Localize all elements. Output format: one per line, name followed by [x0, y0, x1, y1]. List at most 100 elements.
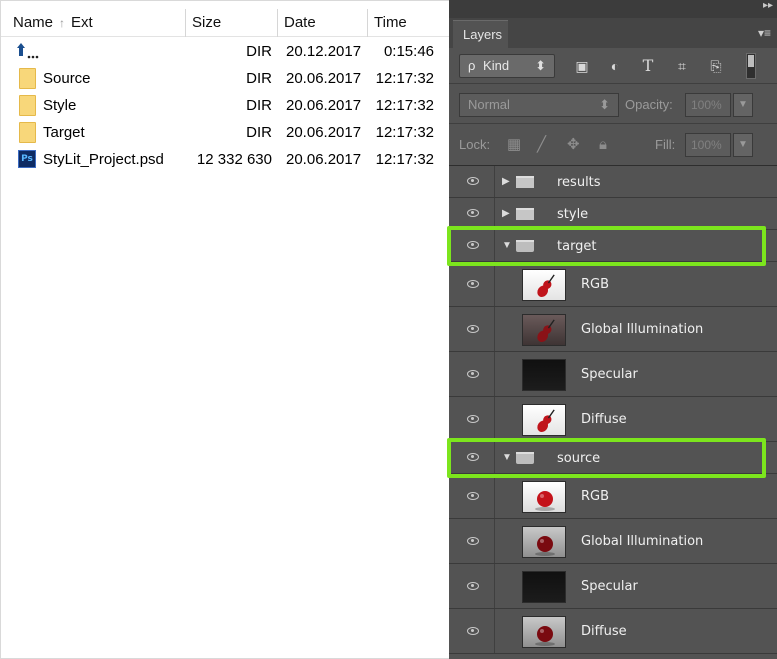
file-name: StyLit_Project.psd	[43, 151, 164, 168]
eye-icon	[467, 280, 479, 288]
eye-icon	[467, 177, 479, 185]
layer-row[interactable]: Specular	[449, 352, 777, 397]
file-size: DIR	[246, 124, 272, 141]
visibility-toggle[interactable]	[449, 564, 495, 608]
layer-group-row[interactable]: ▶ style	[449, 198, 777, 230]
layer-row[interactable]: Specular	[449, 564, 777, 609]
file-name: Target	[43, 124, 85, 141]
lock-image-pixels-icon[interactable]: ╱	[537, 137, 546, 153]
file-time: 12:17:32	[375, 97, 434, 114]
filter-kind-select[interactable]: ρ Kind ⬍	[459, 54, 555, 78]
layer-thumbnail	[522, 616, 566, 648]
file-size: DIR	[246, 70, 272, 87]
file-date: 20.06.2017	[286, 124, 362, 141]
layer-name: Specular	[581, 367, 638, 382]
visibility-toggle[interactable]	[449, 519, 495, 563]
visibility-toggle[interactable]	[449, 397, 495, 441]
file-row[interactable]: Ps StyLit_Project.psd 12 332 630 20.06.2017…	[1, 146, 450, 173]
layer-row[interactable]: Global Illumination	[449, 519, 777, 564]
collapse-panel-icon[interactable]: ▸▸	[763, 0, 773, 12]
blend-mode-select[interactable]: Normal ⬍	[459, 93, 619, 117]
layer-row[interactable]: RGB	[449, 262, 777, 307]
parent-directory-row[interactable]: DIR 20.12.2017 0:15:46	[1, 38, 450, 65]
layer-row[interactable]: Global Illumination	[449, 307, 777, 352]
lock-label: Lock:	[459, 137, 491, 152]
lock-position-icon[interactable]: ✥	[567, 137, 580, 153]
psd-file-icon: Ps	[18, 150, 36, 168]
layer-row[interactable]: Diffuse	[449, 609, 777, 654]
visibility-toggle[interactable]	[449, 609, 495, 653]
updown-chevron-icon: ⬍	[535, 58, 546, 73]
visibility-toggle[interactable]	[449, 198, 495, 229]
layer-thumbnail	[522, 481, 566, 513]
group-folder-icon	[516, 452, 534, 464]
column-ext-label[interactable]: Ext	[71, 14, 93, 31]
eye-icon	[467, 492, 479, 500]
column-time-header[interactable]: Time	[367, 9, 450, 37]
visibility-toggle[interactable]	[449, 442, 495, 473]
layer-name: RGB	[581, 489, 610, 504]
fill-dropdown-button[interactable]: ▼	[733, 133, 753, 157]
file-row[interactable]: Target DIR 20.06.2017 12:17:32	[1, 119, 450, 146]
layer-group-row[interactable]: ▶ results	[449, 166, 777, 198]
visibility-toggle[interactable]	[449, 352, 495, 396]
visibility-toggle[interactable]	[449, 307, 495, 351]
visibility-toggle[interactable]	[449, 230, 495, 261]
shape-layer-filter-icon[interactable]: ⌗	[673, 58, 691, 74]
file-date: 20.06.2017	[286, 151, 362, 168]
file-time: 0:15:46	[383, 43, 434, 60]
group-folder-icon	[516, 240, 534, 252]
fill-input[interactable]: 100%	[685, 133, 731, 157]
file-row[interactable]: Source DIR 20.06.2017 12:17:32	[1, 65, 450, 92]
blend-mode-value: Normal	[468, 97, 510, 112]
layer-name: Global Illumination	[581, 322, 704, 337]
opacity-input[interactable]: 100%	[685, 93, 731, 117]
visibility-toggle[interactable]	[449, 474, 495, 518]
column-size-header[interactable]: Size	[185, 9, 276, 37]
folder-icon	[19, 95, 36, 116]
column-date-header[interactable]: Date	[277, 9, 366, 37]
eye-icon	[467, 209, 479, 217]
expand-triangle-down-icon[interactable]: ▼	[502, 240, 512, 251]
adjustment-layer-filter-icon[interactable]: ◐	[606, 58, 624, 74]
layer-row[interactable]: RGB	[449, 474, 777, 519]
file-size: 12 332 630	[196, 151, 272, 168]
lock-all-icon[interactable]: 🔒︎	[599, 137, 607, 153]
layer-filter-row: ρ Kind ⬍ ▣ ◐ T ⌗ ⎘	[449, 48, 777, 84]
layer-name: target	[557, 239, 597, 254]
visibility-toggle[interactable]	[449, 262, 495, 306]
tab-layers[interactable]: Layers	[453, 20, 508, 48]
file-time: 12:17:32	[375, 70, 434, 87]
chevron-down-icon: ▼	[738, 99, 748, 110]
file-size: DIR	[246, 97, 272, 114]
layer-group-row[interactable]: ▼ source	[449, 442, 777, 474]
eye-icon	[467, 241, 479, 249]
expand-triangle-right-icon[interactable]: ▶	[502, 176, 510, 187]
eye-icon	[467, 537, 479, 545]
file-time: 12:17:32	[375, 151, 434, 168]
file-name: Style	[43, 97, 77, 114]
pixel-layer-filter-icon[interactable]: ▣	[573, 58, 591, 74]
type-layer-filter-icon[interactable]: T	[639, 58, 657, 74]
filter-toggle-switch[interactable]	[746, 53, 756, 79]
layer-name: source	[557, 451, 601, 466]
layer-group-row[interactable]: ▼ target	[449, 230, 777, 262]
eye-icon	[467, 325, 479, 333]
expand-triangle-right-icon[interactable]: ▶	[502, 208, 510, 219]
column-name-header[interactable]: Name ↑ Ext	[13, 9, 183, 37]
panel-menu-icon[interactable]: ▾≡	[758, 26, 771, 40]
opacity-dropdown-button[interactable]: ▼	[733, 93, 753, 117]
layer-name: RGB	[581, 277, 610, 292]
layer-name: Diffuse	[581, 412, 627, 427]
lock-transparency-icon[interactable]: ▦	[507, 137, 521, 153]
file-date: 20.06.2017	[286, 70, 362, 87]
layer-row[interactable]: Diffuse	[449, 397, 777, 442]
file-size: DIR	[246, 43, 272, 60]
visibility-toggle[interactable]	[449, 166, 495, 197]
blend-opacity-row: Normal ⬍ Opacity: 100% ▼	[449, 84, 777, 124]
expand-triangle-down-icon[interactable]: ▼	[502, 452, 512, 463]
file-row[interactable]: Style DIR 20.06.2017 12:17:32	[1, 92, 450, 119]
eye-icon	[467, 453, 479, 461]
layer-name: Diffuse	[581, 624, 627, 639]
smart-object-filter-icon[interactable]: ⎘	[707, 58, 725, 74]
